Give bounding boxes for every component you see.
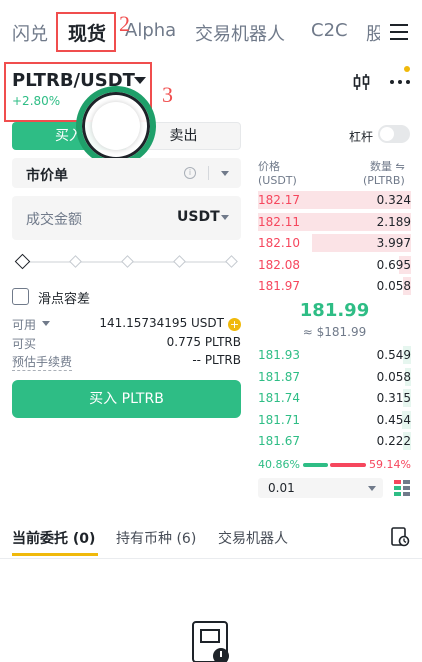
bid-row[interactable]: 181.87 0.058: [258, 367, 411, 386]
slider-step-25[interactable]: [69, 255, 82, 268]
available-value: 141.15734195 USDT: [99, 316, 224, 330]
more-options-icon[interactable]: [390, 78, 412, 86]
fee-row: 预估手续费 -- PLTRB: [12, 353, 241, 371]
ask-qty: 0.058: [376, 279, 411, 293]
highlight-box-spot: [56, 12, 116, 52]
buy-button[interactable]: 买入 PLTRB: [12, 380, 241, 418]
bid-row[interactable]: 181.67 0.222: [258, 432, 411, 450]
ask-price: 182.17: [258, 193, 300, 207]
ask-qty: 0.324: [376, 193, 411, 207]
empty-state-icon: [192, 621, 229, 662]
tab-c2c[interactable]: C2C: [311, 20, 348, 41]
precision-select[interactable]: 0.01: [258, 478, 383, 498]
bid-price: 181.93: [258, 348, 300, 362]
bid-row[interactable]: 181.71 0.454: [258, 410, 411, 429]
bid-qty: 0.315: [376, 391, 411, 405]
chevron-down-icon: [221, 215, 229, 220]
top-tab-bar: 闪兑 现货 Alpha 交易机器人 C2C 股 2: [0, 0, 422, 60]
bid-qty: 0.454: [376, 412, 411, 427]
slider-step-75[interactable]: [173, 255, 186, 268]
ask-qty: 0.695: [376, 257, 411, 272]
ask-price: 182.08: [258, 257, 300, 272]
ask-row[interactable]: 181.97 0.058: [258, 277, 411, 295]
leverage-toggle[interactable]: [378, 125, 410, 143]
slider-step-50[interactable]: [121, 255, 134, 268]
can-buy-row: 可买 0.775 PLTRB: [12, 335, 241, 351]
price-unit: (USDT): [258, 174, 297, 187]
tab-holdings[interactable]: 持有币种 (6): [116, 528, 196, 548]
chevron-down-icon: [221, 171, 229, 176]
slider-step-100[interactable]: [225, 255, 238, 268]
tab-open-orders[interactable]: 当前委托 (0): [12, 528, 95, 548]
info-icon[interactable]: i: [184, 167, 196, 179]
qty-header: 数量 ⇋: [370, 160, 405, 173]
tab-bots[interactable]: 交易机器人: [218, 528, 288, 548]
bid-price: 181.74: [258, 391, 300, 405]
menu-icon[interactable]: [390, 24, 408, 40]
order-type-label: 市价单: [26, 168, 68, 184]
amount-input[interactable]: 成交金额 USDT: [12, 196, 241, 240]
can-buy-value: 0.775 PLTRB: [166, 335, 241, 349]
tab-stock[interactable]: 股: [366, 20, 380, 46]
chevron-down-icon: [368, 486, 376, 491]
tab-convert[interactable]: 闪兑: [12, 20, 48, 46]
ask-price: 182.10: [258, 236, 300, 250]
buy-ratio-bar: [303, 463, 328, 467]
mid-price-usd: ≈ $181.99: [302, 325, 367, 339]
candlestick-chart-icon[interactable]: [352, 72, 372, 92]
amount-placeholder: 成交金额: [26, 212, 82, 228]
bid-qty: 0.549: [376, 348, 411, 362]
bid-price: 181.71: [258, 412, 300, 427]
active-tab-underline: [12, 553, 98, 556]
chevron-down-icon[interactable]: [42, 321, 50, 326]
loading-spinner: [76, 86, 156, 166]
ask-qty: 3.997: [376, 236, 411, 250]
order-history-icon[interactable]: [390, 527, 410, 547]
leverage-label: 杠杆: [349, 130, 374, 144]
plus-icon[interactable]: +: [228, 318, 241, 331]
available-row: 可用 141.15734195 USDT +: [12, 316, 241, 332]
annotation-number: 2: [119, 11, 130, 36]
bid-price: 181.87: [258, 369, 300, 384]
mid-price[interactable]: 181.99: [258, 300, 411, 321]
sell-ratio: 59.14%: [369, 458, 411, 471]
ask-price: 182.11: [258, 214, 300, 229]
bid-qty: 0.222: [376, 434, 411, 448]
order-type-select[interactable]: 市价单 i: [12, 158, 241, 188]
notification-dot: [404, 66, 410, 72]
bid-row[interactable]: 181.93 0.549: [258, 346, 411, 364]
ask-row[interactable]: 182.10 3.997: [258, 234, 411, 252]
slippage-checkbox[interactable]: [12, 288, 29, 305]
ask-price: 181.97: [258, 279, 300, 293]
ask-qty: 2.189: [376, 214, 411, 229]
qty-unit: (PLTRB): [363, 174, 405, 187]
price-header: 价格: [258, 160, 280, 173]
tab-alpha[interactable]: Alpha: [125, 20, 176, 41]
amount-unit-select[interactable]: USDT: [177, 209, 220, 225]
ask-row[interactable]: 182.17 0.324: [258, 191, 411, 209]
tab-trading-bot[interactable]: 交易机器人: [195, 20, 285, 46]
bid-qty: 0.058: [376, 369, 411, 384]
bid-price: 181.67: [258, 434, 300, 448]
ask-row[interactable]: 182.08 0.695: [258, 255, 411, 274]
slippage-label: 滑点容差: [38, 292, 91, 307]
orderbook-layout-icon[interactable]: [393, 479, 411, 497]
bid-row[interactable]: 181.74 0.315: [258, 389, 411, 407]
swap-icon: ⇋: [395, 160, 405, 173]
buy-ratio: 40.86%: [258, 458, 300, 471]
annotation-number: 3: [162, 82, 173, 107]
sell-ratio-bar: [330, 463, 366, 467]
ask-row[interactable]: 182.11 2.189: [258, 212, 411, 231]
fee-value: -- PLTRB: [192, 353, 241, 367]
slider-handle[interactable]: [14, 253, 31, 270]
